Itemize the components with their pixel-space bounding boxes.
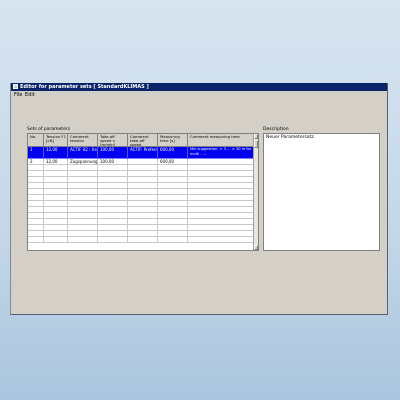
window-title: Editor for parameter sets [ StandardKLIM… xyxy=(20,84,149,90)
column-header-comment-measuring-time[interactable]: Comment measuring time xyxy=(188,134,254,147)
column-header-measuring-time[interactable]: Measuring time [s] xyxy=(158,134,188,147)
scroll-down-button[interactable] xyxy=(254,245,258,250)
table-row[interactable]: 112,00ACTIF 02 : 0±0 N/m100,00ACTIF: Pre… xyxy=(28,147,254,159)
column-header-comment-tension[interactable]: Comment tension xyxy=(68,134,98,147)
scroll-thumb[interactable] xyxy=(254,140,258,148)
cell-no[interactable]: 1 xyxy=(28,147,44,159)
description-label: Description xyxy=(263,127,289,132)
column-header-takeoff-speed[interactable]: Take-off speed v [m/min] xyxy=(98,134,128,147)
description-textarea[interactable]: Neuer Parametersatz xyxy=(263,133,380,251)
column-header-tension[interactable]: Tension F1 [cN] xyxy=(44,134,68,147)
scroll-up-button[interactable] xyxy=(254,134,258,139)
empty-cell[interactable] xyxy=(98,237,128,243)
menu-bar: File Edit xyxy=(11,92,387,99)
menu-file[interactable]: File xyxy=(14,92,22,99)
cell-comment-takeoff-speed[interactable]: ACTIF: Preferred v(… xyxy=(128,147,158,159)
app-icon xyxy=(13,84,18,89)
cell-measuring-time[interactable]: 600,00 xyxy=(158,147,188,159)
column-header-no[interactable]: No. xyxy=(28,134,44,147)
empty-table-row[interactable] xyxy=(28,237,254,243)
cell-comment-tension[interactable]: ACTIF 02 : 0±0 N/m xyxy=(68,147,98,159)
cell-tension[interactable]: 12,00 xyxy=(44,147,68,159)
empty-cell[interactable] xyxy=(188,237,254,243)
title-bar[interactable]: Editor for parameter sets [ StandardKLIM… xyxy=(11,83,387,91)
empty-cell[interactable] xyxy=(28,237,44,243)
cell-takeoff-speed[interactable]: 100,00 xyxy=(98,147,128,159)
column-header-comment-takeoff-speed[interactable]: Comment take-off speed xyxy=(128,134,158,147)
empty-cell[interactable] xyxy=(158,237,188,243)
empty-cell[interactable] xyxy=(68,237,98,243)
editor-window: Editor for parameter sets [ StandardKLIM… xyxy=(10,83,388,315)
parameter-sets-label: Sets of parameters xyxy=(27,127,71,132)
vertical-scrollbar[interactable] xyxy=(253,134,258,250)
table-header: No. Tension F1 [cN] Comment tension Take-of… xyxy=(28,134,254,147)
parameter-sets-table[interactable]: No. Tension F1 [cN] Comment tension Take-of… xyxy=(27,133,259,251)
menu-edit[interactable]: Edit xyxy=(25,92,35,99)
cell-comment-measuring-time[interactable]: Min suggestion: > 3 … > 30 m for multi -… xyxy=(188,147,254,159)
empty-cell[interactable] xyxy=(44,237,68,243)
empty-cell[interactable] xyxy=(128,237,158,243)
